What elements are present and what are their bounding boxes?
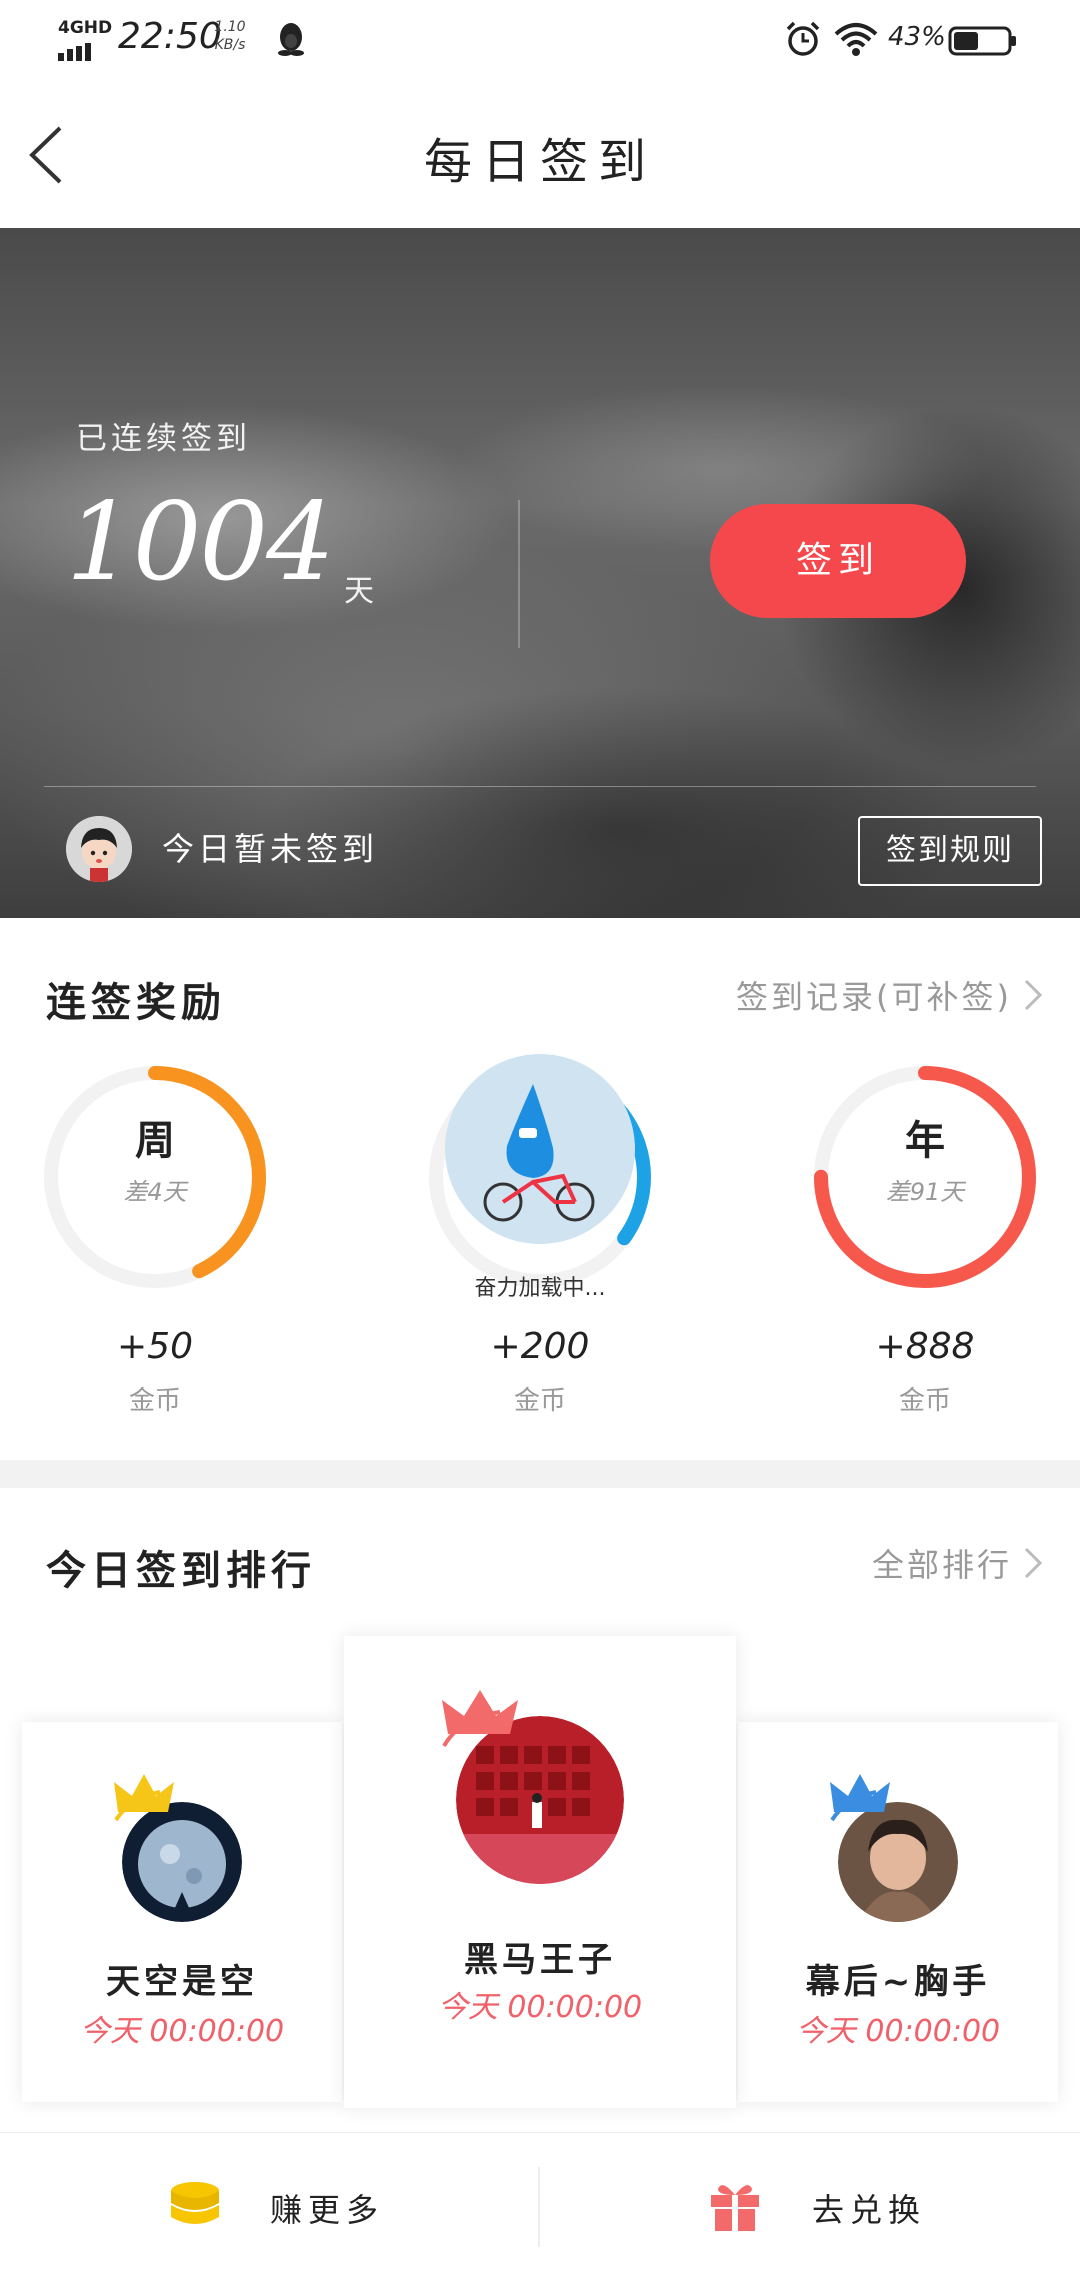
- year-reward-amount: +888: [875, 1326, 975, 1367]
- earn-more-label: 赚更多: [270, 2191, 385, 2229]
- month-reward-amount: +200: [490, 1326, 590, 1367]
- daily-ranking-section: 今日签到排行 全部排行 天空是空 今天 00:00:00 幕后~胸手 今天 00…: [0, 1488, 1080, 2132]
- checkin-record-link[interactable]: 签到记录(可补签): [736, 972, 1012, 1018]
- cellular-signal-icon: 4GHD: [58, 18, 112, 61]
- network-speed-value: 1.10: [214, 19, 246, 35]
- hero-divider-line: [44, 786, 1036, 787]
- status-bar: 4GHD 22:50 1.10 KB/s 43%: [0, 0, 1080, 80]
- hero-divider: [518, 500, 520, 648]
- month-reward-unit: 金币: [513, 1386, 566, 1416]
- checkin-hero-panel: 已连续签到 1004 天 签到 今日暂未签到 签到规则: [0, 228, 1080, 918]
- rank-3-name: 幕后~胸手: [805, 1962, 991, 2002]
- title-bar: 每日签到: [0, 80, 1080, 228]
- streak-days-count: 1004: [66, 480, 335, 605]
- ranking-title: 今日签到排行: [46, 1548, 316, 1594]
- battery-icon: [948, 26, 1016, 56]
- chevron-right-icon[interactable]: [1022, 1546, 1044, 1580]
- crown-icon: [830, 1774, 890, 1822]
- all-ranking-link[interactable]: 全部排行: [872, 1540, 1012, 1586]
- streak-rewards-section: 连签奖励 签到记录(可补签) 周 差4天 +50 金币 奋力加载中... +20…: [0, 918, 1080, 1460]
- streak-days-unit: 天: [344, 574, 374, 609]
- earn-more-button[interactable]: 赚更多: [0, 2133, 538, 2281]
- network-speed-unit: KB/s: [214, 37, 246, 53]
- section-separator: [0, 1460, 1080, 1488]
- loading-mascot-icon: [445, 1054, 635, 1244]
- rank-1-time: 今天 00:00:00: [437, 1990, 643, 2025]
- network-speed: 1.10 KB/s: [210, 18, 250, 54]
- coin-stack-icon: [171, 2182, 219, 2224]
- checkin-rules-button[interactable]: 签到规则: [858, 816, 1042, 886]
- year-reward-title: 年: [905, 1118, 945, 1164]
- week-reward-amount: +50: [117, 1326, 193, 1367]
- crown-icon: [114, 1774, 174, 1822]
- rank-card-2[interactable]: 天空是空 今天 00:00:00: [22, 1722, 342, 2102]
- wifi-icon: [834, 23, 878, 56]
- bottom-action-bar: 赚更多 去兑换: [0, 2132, 1080, 2281]
- rank-2-name: 天空是空: [106, 1962, 258, 2002]
- battery-percentage: 43%: [888, 22, 946, 52]
- checkin-status-text: 今日暂未签到: [162, 830, 379, 868]
- qq-penguin-icon: [278, 23, 304, 56]
- clock: 22:50: [118, 16, 222, 57]
- redeem-label: 去兑换: [812, 2191, 927, 2229]
- year-reward-unit: 金币: [898, 1386, 951, 1416]
- rank-1-name: 黑马王子: [464, 1940, 616, 1980]
- week-remaining: 差4天: [123, 1178, 187, 1206]
- rank-card-1[interactable]: 黑马王子 今天 00:00:00: [344, 1636, 736, 2108]
- year-remaining: 差91天: [885, 1178, 965, 1206]
- week-reward-unit: 金币: [128, 1386, 181, 1416]
- alarm-icon: [786, 21, 820, 56]
- user-avatar[interactable]: [66, 816, 132, 882]
- crown-icon: [442, 1690, 518, 1748]
- redeem-button[interactable]: 去兑换: [540, 2133, 1080, 2281]
- rewards-title: 连签奖励: [46, 980, 226, 1026]
- streak-label: 已连续签到: [76, 421, 251, 457]
- rank-3-time: 今天 00:00:00: [795, 2014, 1001, 2049]
- rank-2-time: 今天 00:00:00: [79, 2014, 285, 2049]
- page-title: 每日签到: [423, 134, 656, 190]
- network-type: 4GHD: [58, 18, 113, 38]
- checkin-button[interactable]: 签到: [710, 504, 966, 618]
- loading-caption: 奋力加载中...: [474, 1276, 606, 1301]
- gift-icon: [711, 2185, 759, 2231]
- week-reward-title: 周: [135, 1118, 175, 1164]
- rank-card-3[interactable]: 幕后~胸手 今天 00:00:00: [738, 1722, 1058, 2102]
- chevron-right-icon[interactable]: [1022, 978, 1044, 1012]
